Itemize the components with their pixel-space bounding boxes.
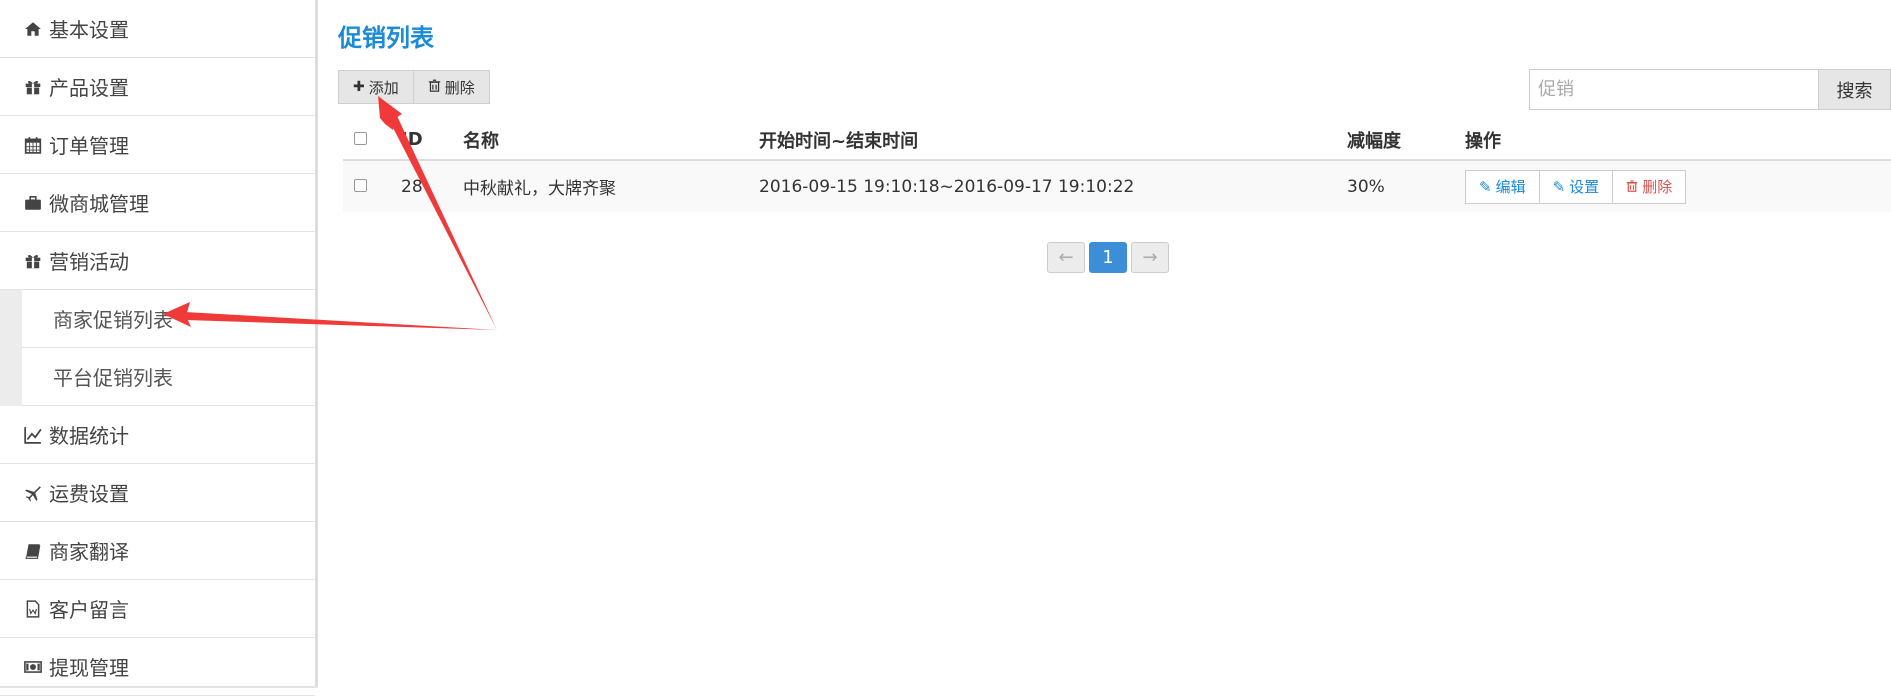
sidebar-item-label: 数据统计 (49, 424, 129, 448)
sidebar-submenu: 商家促销列表 平台促销列表 (0, 290, 315, 406)
sidebar-subitem-label: 平台促销列表 (53, 366, 173, 390)
edit-button[interactable]: ✎ 编辑 (1465, 169, 1540, 204)
trash-icon (428, 79, 441, 96)
table-row: 28 中秋献礼，大牌齐聚 2016-09-15 19:10:18~2016-09… (343, 160, 1891, 212)
home-icon (23, 19, 43, 39)
money-icon (23, 657, 43, 677)
row-name: 中秋献礼，大牌齐聚 (463, 160, 759, 212)
select-all-cell (343, 120, 401, 161)
toolbar: ✚ 添加 删除 (338, 70, 490, 104)
edit-icon: ✎ (1552, 177, 1566, 196)
add-button-label: 添加 (368, 78, 399, 97)
gift-icon (23, 251, 43, 271)
add-button[interactable]: ✚ 添加 (338, 70, 414, 104)
plus-icon: ✚ (353, 79, 365, 95)
column-header-discount: 减幅度 (1347, 120, 1465, 161)
book-icon (23, 541, 43, 561)
search-input[interactable] (1529, 69, 1819, 110)
row-delete-button-label: 删除 (1642, 178, 1673, 196)
sidebar-item-label: 提现管理 (49, 656, 129, 680)
settings-button[interactable]: ✎ 设置 (1539, 169, 1614, 204)
pagination: ← 1 → (1047, 242, 1169, 273)
delete-button[interactable]: 删除 (413, 70, 490, 104)
row-id: 28 (401, 160, 463, 212)
sidebar: 基本设置 产品设置 订单管理 微商城管理 营销活动 商家促销列表 平台促销列表 (0, 0, 318, 696)
sidebar-subitem-platform-promotions[interactable]: 平台促销列表 (22, 348, 315, 406)
delete-button-label: 删除 (444, 78, 475, 97)
row-delete-button[interactable]: 删除 (1613, 169, 1687, 204)
edit-icon: ✎ (1479, 177, 1492, 196)
sidebar-item-label: 客户留言 (49, 598, 129, 622)
sidebar-item-label: 商家翻译 (49, 540, 129, 564)
sidebar-item-translation[interactable]: 商家翻译 (0, 522, 315, 580)
row-discount: 30% (1347, 160, 1465, 212)
settings-button-label: 设置 (1569, 178, 1600, 196)
sidebar-item-label: 营销活动 (49, 250, 129, 274)
row-actions: ✎ 编辑 ✎ 设置 删除 (1465, 160, 1891, 212)
plane-icon (23, 483, 43, 503)
column-header-actions: 操作 (1465, 120, 1891, 161)
column-header-time: 开始时间~结束时间 (759, 120, 1347, 161)
promotion-table: ID 名称 开始时间~结束时间 减幅度 操作 28 中秋献礼，大牌齐聚 2016… (343, 120, 1891, 212)
main-content: 促销列表 ✚ 添加 删除 搜索 ID 名称 开始时间~结束时间 减幅度 操作 (337, 0, 1891, 688)
sidebar-item-marketing[interactable]: 营销活动 (0, 232, 315, 290)
prev-page-button[interactable]: ← (1047, 242, 1085, 273)
sidebar-item-shipping[interactable]: 运费设置 (0, 464, 315, 522)
sidebar-item-label: 运费设置 (49, 482, 129, 506)
row-action-group: ✎ 编辑 ✎ 设置 删除 (1465, 169, 1687, 204)
sidebar-item-order-management[interactable]: 订单管理 (0, 116, 315, 174)
calendar-icon (23, 135, 43, 155)
trash-icon (1626, 178, 1638, 196)
sidebar-item-label: 订单管理 (49, 134, 129, 158)
sidebar-subitem-label: 商家促销列表 (53, 308, 173, 332)
sidebar-item-label: 基本设置 (49, 18, 129, 42)
column-header-name: 名称 (463, 120, 759, 161)
sidebar-subitem-merchant-promotions[interactable]: 商家促销列表 (22, 290, 315, 348)
search-bar: 搜索 (1529, 69, 1891, 110)
search-button[interactable]: 搜索 (1819, 69, 1891, 110)
sidebar-item-basic-settings[interactable]: 基本设置 (0, 0, 315, 58)
row-time: 2016-09-15 19:10:18~2016-09-17 19:10:22 (759, 160, 1347, 212)
row-checkbox[interactable] (354, 178, 367, 192)
document-icon (23, 599, 43, 619)
table-header-row: ID 名称 开始时间~结束时间 减幅度 操作 (343, 120, 1891, 161)
sidebar-item-micro-mall[interactable]: 微商城管理 (0, 174, 315, 232)
next-page-button[interactable]: → (1131, 242, 1169, 273)
sidebar-item-statistics[interactable]: 数据统计 (0, 406, 315, 464)
gift-icon (23, 77, 43, 97)
edit-button-label: 编辑 (1495, 178, 1526, 196)
select-all-checkbox[interactable] (354, 132, 367, 145)
page-title: 促销列表 (338, 24, 434, 52)
sidebar-item-customer-messages[interactable]: 客户留言 (0, 580, 315, 638)
sidebar-item-label: 微商城管理 (49, 192, 149, 216)
sidebar-item-product-settings[interactable]: 产品设置 (0, 58, 315, 116)
column-header-id: ID (401, 120, 463, 161)
row-select-cell (343, 160, 401, 212)
line-chart-icon (23, 425, 43, 445)
briefcase-icon (23, 193, 43, 213)
page-button-current[interactable]: 1 (1089, 242, 1127, 273)
sidebar-item-label: 产品设置 (49, 76, 129, 100)
